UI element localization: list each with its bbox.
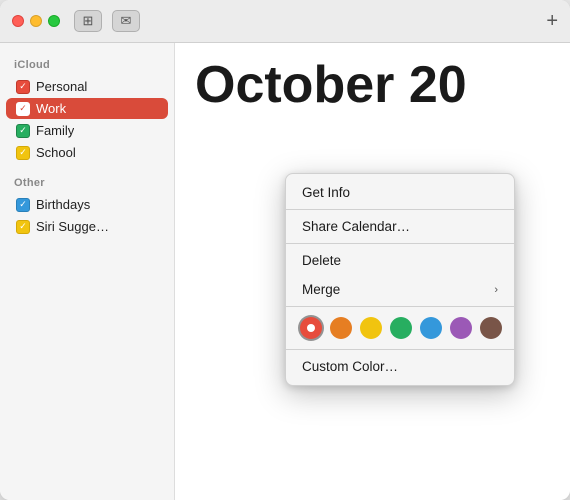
sidebar-item-personal[interactable]: ✓ Personal <box>6 76 168 97</box>
share-calendar-label: Share Calendar… <box>302 219 410 234</box>
merge-arrow-icon: › <box>494 284 498 296</box>
icloud-section-label: iCloud <box>0 55 174 75</box>
work-label: Work <box>36 101 66 116</box>
traffic-lights <box>12 15 60 27</box>
color-swatch-red[interactable] <box>300 317 322 339</box>
color-swatch-orange[interactable] <box>330 317 352 339</box>
merge-menu-item[interactable]: Merge › <box>286 275 514 304</box>
color-swatch-purple[interactable] <box>450 317 472 339</box>
birthdays-checkbox[interactable]: ✓ <box>16 198 30 212</box>
color-swatch-green[interactable] <box>390 317 412 339</box>
color-swatch-brown[interactable] <box>480 317 502 339</box>
school-label: School <box>36 145 76 160</box>
delete-menu-item[interactable]: Delete <box>286 246 514 275</box>
custom-color-label: Custom Color… <box>302 359 398 374</box>
color-swatch-yellow[interactable] <box>360 317 382 339</box>
content-area: iCloud ✓ Personal ✓ Work ✓ Family ✓ Scho… <box>0 43 570 500</box>
add-calendar-button[interactable]: + <box>546 11 558 31</box>
share-calendar-menu-item[interactable]: Share Calendar… <box>286 212 514 241</box>
context-menu: Get Info Share Calendar… Delete Merge › <box>285 173 515 386</box>
sidebar-item-family[interactable]: ✓ Family <box>6 120 168 141</box>
app-window: ⊞ ✉ + iCloud ✓ Personal ✓ Work ✓ <box>0 0 570 500</box>
minimize-button[interactable] <box>30 15 42 27</box>
menu-separator-2 <box>286 243 514 244</box>
inbox-icon: ✉ <box>121 13 132 29</box>
merge-label: Merge <box>302 282 340 297</box>
school-checkbox[interactable]: ✓ <box>16 146 30 160</box>
work-checkbox[interactable]: ✓ <box>16 102 30 116</box>
get-info-label: Get Info <box>302 185 350 200</box>
month-title: October 20 <box>195 59 550 111</box>
sidebar-item-work[interactable]: ✓ Work <box>6 98 168 119</box>
personal-checkbox[interactable]: ✓ <box>16 80 30 94</box>
color-swatch-blue[interactable] <box>420 317 442 339</box>
sidebar-item-school[interactable]: ✓ School <box>6 142 168 163</box>
custom-color-menu-item[interactable]: Custom Color… <box>286 352 514 381</box>
get-info-menu-item[interactable]: Get Info <box>286 178 514 207</box>
siri-label: Siri Sugge… <box>36 219 109 234</box>
sidebar-item-siri[interactable]: ✓ Siri Sugge… <box>6 216 168 237</box>
sidebar-item-birthdays[interactable]: ✓ Birthdays <box>6 194 168 215</box>
grid-view-button[interactable]: ⊞ <box>74 10 102 32</box>
close-button[interactable] <box>12 15 24 27</box>
menu-separator-4 <box>286 349 514 350</box>
family-checkbox[interactable]: ✓ <box>16 124 30 138</box>
grid-icon: ⊞ <box>83 13 94 29</box>
color-picker-row <box>286 309 514 347</box>
other-section-label: Other <box>0 173 174 193</box>
menu-separator-1 <box>286 209 514 210</box>
delete-label: Delete <box>302 253 341 268</box>
maximize-button[interactable] <box>48 15 60 27</box>
menu-separator-3 <box>286 306 514 307</box>
siri-checkbox[interactable]: ✓ <box>16 220 30 234</box>
personal-label: Personal <box>36 79 87 94</box>
title-bar: ⊞ ✉ + <box>0 0 570 43</box>
plus-icon: + <box>546 10 558 32</box>
main-content: October 20 Get Info Share Calendar… Dele… <box>175 43 570 500</box>
sidebar: iCloud ✓ Personal ✓ Work ✓ Family ✓ Scho… <box>0 43 175 500</box>
inbox-button[interactable]: ✉ <box>112 10 140 32</box>
family-label: Family <box>36 123 74 138</box>
birthdays-label: Birthdays <box>36 197 90 212</box>
